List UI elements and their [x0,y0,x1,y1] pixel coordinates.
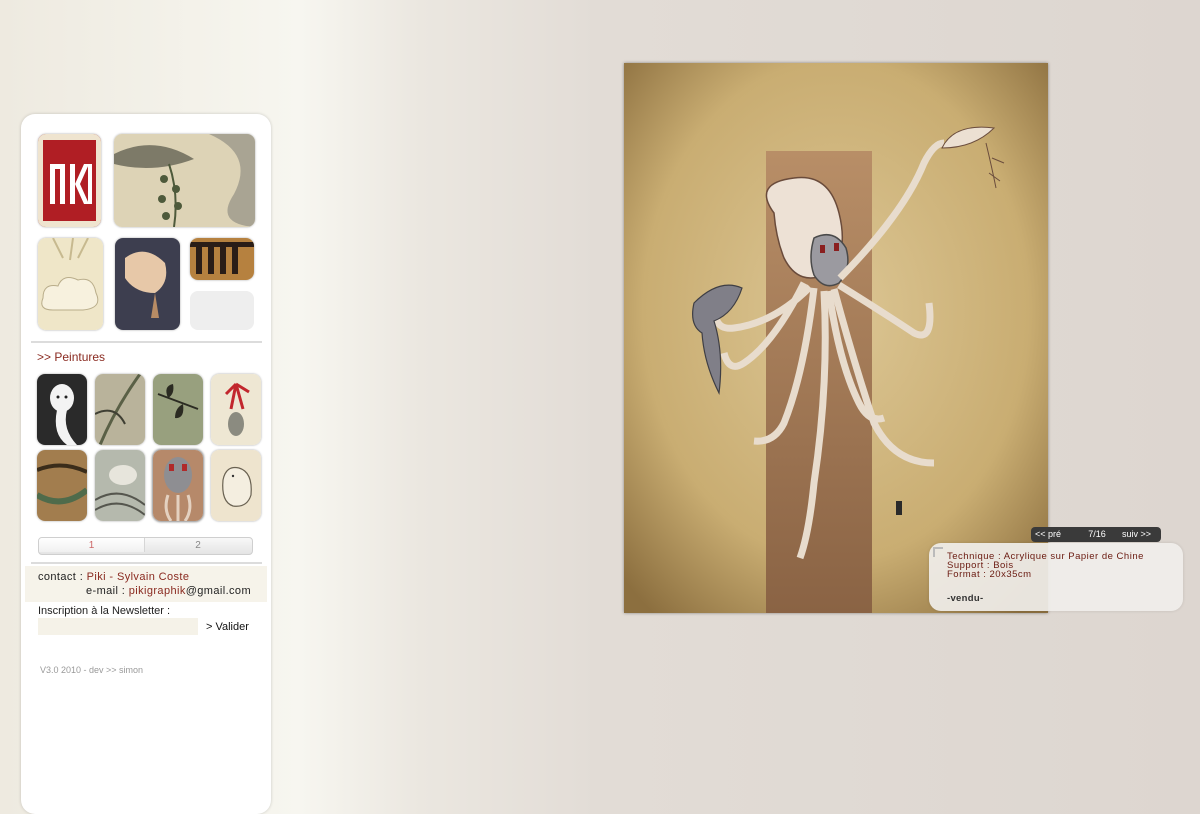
newsletter-email-input[interactable] [38,618,198,635]
gallery-pagination: 1 2 [38,537,253,555]
gallery-thumbnail-5[interactable] [37,450,87,521]
gallery-thumbnail-1[interactable] [37,374,87,445]
thumbnail-cloud[interactable] [38,238,103,330]
thumbnail-hand[interactable] [115,238,180,330]
format-text: Format : 20x35cm [947,569,1032,580]
version-credit: V3.0 2010 - dev >> simon [40,665,144,675]
corner-bracket-icon [933,547,943,557]
email-link[interactable]: pikigraphik@gmail.com [129,585,251,597]
thumbnail-fence[interactable] [190,238,254,280]
email-domain: @gmail.com [185,585,252,597]
artwork-info-panel: Technique : Acrylique sur Papier de Chin… [929,543,1183,611]
peintures-link[interactable]: >> Peintures [37,350,105,364]
featured-thumbnail[interactable] [114,134,255,227]
contact-label: contact : [38,571,84,583]
page-1-button[interactable]: 1 [39,538,145,552]
gallery-thumbnail-6[interactable] [95,450,145,521]
main-painting-image [624,63,1048,613]
page-2-button[interactable]: 2 [145,540,251,551]
newsletter-submit-button[interactable]: > Valider [206,621,249,633]
gallery-thumbnail-2[interactable] [95,374,145,445]
contact-name-link[interactable]: Piki - Sylvain Coste [87,571,190,583]
next-image-button[interactable]: suiv >> [1122,529,1151,539]
email-label: e-mail : [86,585,126,597]
gallery-thumbnail-8[interactable] [211,450,261,521]
gallery-thumbnail-7-selected[interactable] [153,450,203,521]
empty-thumbnail-slot [190,291,254,330]
gallery-thumbnail-3[interactable] [153,374,203,445]
gallery-thumbnail-4[interactable] [211,374,261,445]
piki-logo[interactable] [38,134,101,227]
sidebar: >> Peintures 1 2 contact : Piki - Sylvai… [21,114,271,814]
image-navigation-bar: << pré 7/16 suiv >> [1031,527,1161,542]
sidebar-divider-2 [31,562,262,564]
contact-box: contact : Piki - Sylvain Coste e-mail : … [25,566,267,602]
sold-status: -vendu- [947,593,984,604]
previous-image-button[interactable]: << pré [1035,529,1061,539]
newsletter-label: Inscription à la Newsletter : [38,605,171,617]
sidebar-divider [31,341,262,343]
email-user: pikigraphik [128,585,186,597]
image-counter: 7/16 [1088,529,1106,539]
